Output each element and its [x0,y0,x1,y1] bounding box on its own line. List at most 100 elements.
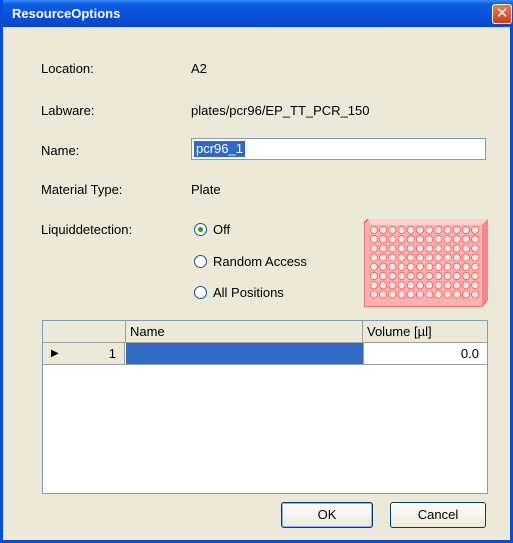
name-label: Name: [41,143,80,158]
plate-well [370,272,378,280]
plate-well [471,226,480,234]
plate-well [379,235,388,244]
resource-options-dialog: ResourceOptions ✕ Location: A2 Labware: … [0,0,513,543]
plate-well [443,253,452,262]
plate-well [471,235,480,244]
row-volume-cell[interactable]: 0.0 [363,343,487,364]
plate-well [434,262,443,271]
ok-button[interactable]: OK [281,502,373,528]
plate-well [425,281,434,290]
row-header-corner [43,321,126,342]
plate-well [443,244,452,253]
table-row[interactable]: ▶ 1 0.0 [43,343,487,365]
plate-well [388,253,397,262]
plate-well [462,244,470,253]
material-type-label: Material Type: [41,182,123,197]
plate-well [434,226,443,234]
row-index: 1 [108,346,116,361]
plate-well [370,262,378,271]
plate-well [388,281,397,290]
plate-well [471,253,480,262]
plate-well [471,244,480,253]
plate-well [406,226,415,234]
plate-well [425,226,434,234]
plate-well [397,262,406,271]
plate-well [397,253,406,262]
plate-well [416,253,424,262]
plate-well [388,244,397,253]
plate-well [406,281,415,290]
plate-well [397,244,406,253]
radio-unselected-icon[interactable] [194,255,207,268]
plate-well [379,272,388,280]
name-input-value[interactable]: pcr96_1 [194,141,245,157]
plate-well [462,272,470,280]
cancel-button[interactable]: Cancel [390,502,486,528]
plate-well [471,262,480,271]
plate-well [452,226,461,234]
plate-well [425,272,434,280]
radio-selected-icon[interactable] [194,223,207,236]
plate-well [443,235,452,244]
plate-well [434,281,443,290]
plate-well [425,253,434,262]
radio-all-positions[interactable]: All Positions [194,285,284,300]
plate-well [397,272,406,280]
plate-well [370,281,378,290]
plate-well [416,262,424,271]
table-header: Name Volume [µl] [43,321,487,343]
plate-well [425,244,434,253]
plate-well [443,226,452,234]
row-name-cell[interactable] [126,343,363,364]
plate-well [379,244,388,253]
plate-well [379,226,388,234]
current-row-arrow-icon: ▶ [51,348,59,359]
window-title: ResourceOptions [12,6,121,21]
plate-well [397,226,406,234]
location-label: Location: [41,61,94,76]
plate-well [434,290,443,299]
radio-all-positions-label: All Positions [213,285,284,300]
plate-well [425,262,434,271]
column-header-volume[interactable]: Volume [µl] [363,321,487,342]
radio-random-access[interactable]: Random Access [194,254,307,269]
liquiddetection-label: Liquiddetection: [41,222,133,237]
title-bar[interactable]: ResourceOptions ✕ [3,0,513,27]
plate-well [443,272,452,280]
plate-well [406,262,415,271]
resource-table[interactable]: Name Volume [µl] ▶ 1 0.0 [42,320,488,494]
close-icon[interactable]: ✕ [492,4,512,24]
column-header-name[interactable]: Name [126,321,363,342]
plate-well [416,272,424,280]
plate-well [462,290,470,299]
plate-well [379,253,388,262]
plate-well [462,226,470,234]
plate-well [388,262,397,271]
plate-well [452,281,461,290]
pcr-plate-icon [364,219,488,307]
row-header[interactable]: ▶ 1 [43,343,125,364]
plate-well [471,290,480,299]
plate-well [397,290,406,299]
plate-well [406,272,415,280]
plate-well [443,281,452,290]
plate-well [406,235,415,244]
plate-well [471,281,480,290]
plate-well [388,235,397,244]
plate-well [370,290,378,299]
plate-well [425,290,434,299]
name-input[interactable]: pcr96_1 [191,138,486,160]
radio-unselected-icon[interactable] [194,286,207,299]
plate-well [434,253,443,262]
plate-well [406,253,415,262]
plate-well [452,253,461,262]
plate-well [379,281,388,290]
plate-well [452,235,461,244]
plate-well [434,235,443,244]
plate-well [416,281,424,290]
plate-well [425,235,434,244]
radio-off[interactable]: Off [194,222,230,237]
plate-well [370,244,378,253]
plate-well [416,226,424,234]
radio-random-access-label: Random Access [213,254,307,269]
